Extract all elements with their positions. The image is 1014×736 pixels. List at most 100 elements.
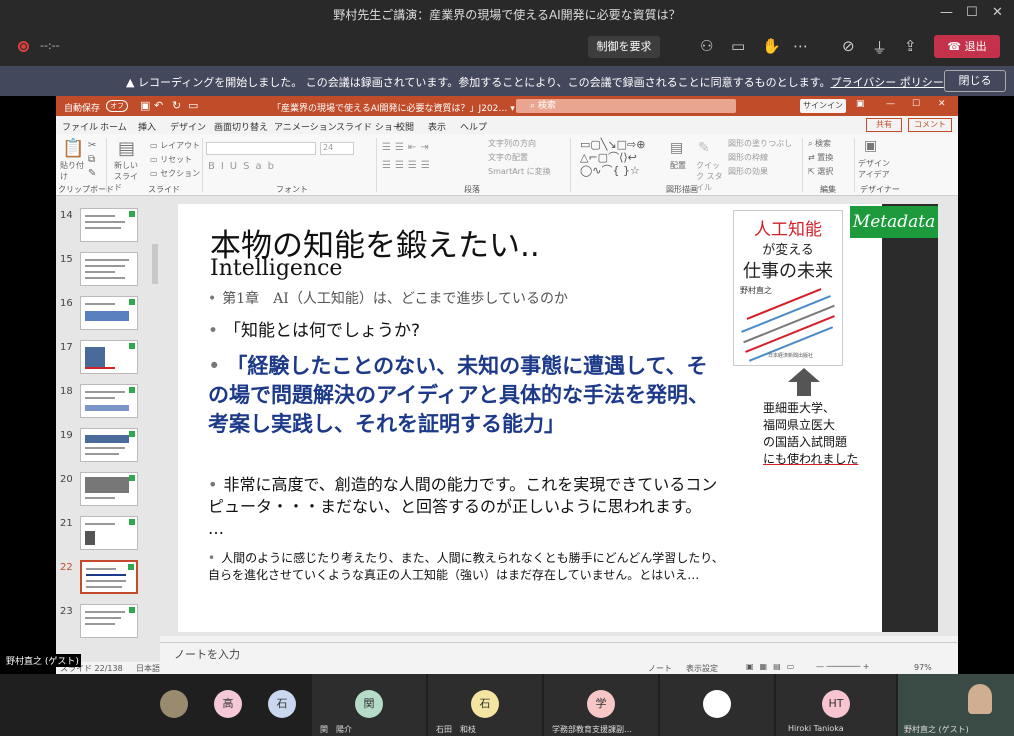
participants-icon[interactable]: ⚇ xyxy=(700,37,713,55)
thumbnail-16[interactable]: 16 xyxy=(56,294,160,334)
zoom-slider[interactable]: — ─────── + xyxy=(816,662,870,671)
thumbnail-19[interactable]: 19 xyxy=(56,426,160,466)
window-title: 野村先生ご講演：産業界の現場で使えるAI開発に必要な資質は？ xyxy=(333,8,681,22)
tab-review[interactable]: 校閲 xyxy=(396,120,414,133)
participant-tile-logo[interactable] xyxy=(660,674,774,736)
participant-tile-nomura-video[interactable]: 野村直之 (ゲスト) xyxy=(898,674,1014,736)
thumbnail-22[interactable]: 22 xyxy=(56,558,160,598)
slideshow-icon[interactable]: ▭ xyxy=(188,99,198,112)
more-actions-icon[interactable]: ⋯ xyxy=(793,37,808,55)
quick-style-label[interactable]: クイック スタイル xyxy=(696,160,724,193)
section-button[interactable]: ▭ セクション xyxy=(150,168,200,179)
tab-insert[interactable]: 挿入 xyxy=(138,120,156,133)
metadata-badge: Metadata xyxy=(850,206,938,238)
slide-paragraph: • 非常に高度で、創造的な人間の能力です。これを実現できているコンピュータ・・・ま… xyxy=(208,475,718,538)
font-size-box[interactable]: 24 xyxy=(320,142,354,155)
minimize-button[interactable]: — xyxy=(940,5,953,20)
banner-close-button[interactable]: 閉じる xyxy=(944,70,1006,92)
tab-animations[interactable]: アニメーション xyxy=(274,120,337,133)
replace-button[interactable]: ⇄ 置換 xyxy=(808,152,833,163)
copy-icon[interactable]: ⧉ xyxy=(88,154,95,165)
raise-hand-icon[interactable]: ✋ xyxy=(762,37,781,55)
quick-style-icon[interactable]: ✎ xyxy=(698,140,710,156)
paste-icon[interactable]: 📋 xyxy=(62,138,84,159)
thumbnail-17[interactable]: 17 xyxy=(56,338,160,378)
smartart-button[interactable]: SmartArt に変換 xyxy=(488,166,551,177)
share-button[interactable]: 共有 xyxy=(866,118,902,132)
tab-help[interactable]: ヘルプ xyxy=(460,120,487,133)
font-format-icons[interactable]: BIUSab xyxy=(208,161,280,172)
thumbnail-18[interactable]: 18 xyxy=(56,382,160,422)
notes-pane[interactable]: ノートを入力 xyxy=(160,642,958,662)
view-icons[interactable]: ▣▦▤▭ xyxy=(746,662,800,671)
participant-tile-gakumu[interactable]: 学 学務部教育支援課副… xyxy=(544,674,658,736)
align-icons[interactable]: ☰☰☰☰ xyxy=(382,160,434,171)
slide-22[interactable]: 本物の知能を鍛えたい.. Intelligence • 第1章 AI（人工知能）は… xyxy=(178,204,938,632)
thumbnail-21[interactable]: 21 xyxy=(56,514,160,554)
comment-button[interactable]: コメント xyxy=(908,118,952,132)
format-painter-icon[interactable]: ✎ xyxy=(88,168,96,179)
font-name-box[interactable] xyxy=(206,142,316,155)
avatar-small-3[interactable]: 石 xyxy=(268,690,296,718)
redo-icon[interactable]: ↻ xyxy=(172,99,181,112)
select-button[interactable]: ⇱ 選択 xyxy=(808,166,833,177)
camera-off-icon[interactable]: ⊘ xyxy=(842,37,855,55)
shape-outline-button[interactable]: 図形の枠線 xyxy=(728,152,768,163)
thumbnail-scrollbar[interactable] xyxy=(152,244,158,284)
list-icons[interactable]: ☰☰⇤⇥ xyxy=(382,142,433,153)
tab-view[interactable]: 表示 xyxy=(428,120,446,133)
signin-button[interactable]: サインイン xyxy=(800,99,846,113)
share-screen-icon[interactable]: ⇪ xyxy=(904,37,917,55)
tab-file[interactable]: ファイル xyxy=(62,120,98,133)
chat-icon[interactable]: ▭ xyxy=(731,37,745,55)
request-control-button[interactable]: 制御を要求 xyxy=(588,36,660,58)
search-icon: ⌕ xyxy=(530,101,536,111)
ppt-close-icon[interactable]: ✕ xyxy=(938,99,946,109)
thumbnail-23[interactable]: 23 xyxy=(56,602,160,642)
notes-toggle[interactable]: ノート xyxy=(648,663,672,674)
mic-off-icon[interactable]: ⏚ xyxy=(872,37,887,58)
thumbnail-15[interactable]: 15 xyxy=(56,250,160,290)
tab-design[interactable]: デザイン xyxy=(170,120,206,133)
autosave-toggle[interactable]: オフ xyxy=(106,100,128,112)
avatar: HT xyxy=(822,690,850,718)
thumbnail-20[interactable]: 20 xyxy=(56,470,160,510)
cut-icon[interactable]: ✂ xyxy=(88,140,96,151)
find-button[interactable]: ⌕ 検索 xyxy=(808,138,831,149)
tab-slideshow[interactable]: スライド ショー xyxy=(336,120,402,133)
tab-transitions[interactable]: 画面切り替え xyxy=(214,120,268,133)
shape-effect-button[interactable]: 図形の効果 xyxy=(728,166,768,177)
participant-tile-tanioka[interactable]: HT Hiroki Tanioka xyxy=(776,674,896,736)
layout-button[interactable]: ▭ レイアウト xyxy=(150,140,200,151)
privacy-link[interactable]: プライバシー ポリシー xyxy=(831,76,944,89)
new-slide-icon[interactable]: ▤ xyxy=(118,138,135,159)
display-settings[interactable]: 表示設定 xyxy=(686,663,718,674)
ribbon-options-icon[interactable]: ▣ xyxy=(856,99,865,109)
align-text-button[interactable]: 文字の配置 xyxy=(488,152,528,163)
text-direction-button[interactable]: 文字列の方向 xyxy=(488,138,536,149)
leave-button[interactable]: ☎ 退出 xyxy=(934,35,1000,58)
arrange-icon[interactable]: ▤ xyxy=(670,140,683,156)
thumbnail-14[interactable]: 14 xyxy=(56,206,160,246)
ppt-maximize-icon[interactable]: ☐ xyxy=(912,99,920,109)
ppt-minimize-icon[interactable]: — xyxy=(886,99,895,109)
participant-tile-seki[interactable]: 関 関 陽介 xyxy=(312,674,426,736)
designer-icon[interactable]: ▣ xyxy=(864,138,877,154)
shapes-gallery[interactable]: ▭▢╲↘□⇨⊕ △⌐▢⌒⟨⟩↩ ◯∿⌒{ }☆ xyxy=(580,138,660,177)
paste-label[interactable]: 貼り付け xyxy=(60,160,84,182)
language-indicator[interactable]: 日本語 xyxy=(136,663,160,674)
participant-name: 関 陽介 xyxy=(320,725,352,734)
shape-fill-button[interactable]: 図形の塗りつぶし xyxy=(728,138,792,149)
close-window-button[interactable]: ✕ xyxy=(992,5,1003,20)
participant-tile-ishida[interactable]: 石 石田 和枝 xyxy=(428,674,542,736)
avatar-small-2[interactable]: 高 xyxy=(214,690,242,718)
search-box[interactable]: ⌕ 検索 xyxy=(516,99,736,113)
new-slide-label[interactable]: 新しい スライド xyxy=(114,160,144,193)
reset-button[interactable]: ▭ リセット xyxy=(150,154,192,165)
designer-label[interactable]: デザイン アイデア xyxy=(858,158,892,180)
save-icon[interactable]: ▣ xyxy=(140,99,150,112)
arrange-label[interactable]: 配置 xyxy=(670,160,686,171)
avatar-photo-1[interactable] xyxy=(160,690,188,718)
maximize-button[interactable]: ☐ xyxy=(966,5,978,20)
undo-icon[interactable]: ↶ xyxy=(154,99,163,112)
